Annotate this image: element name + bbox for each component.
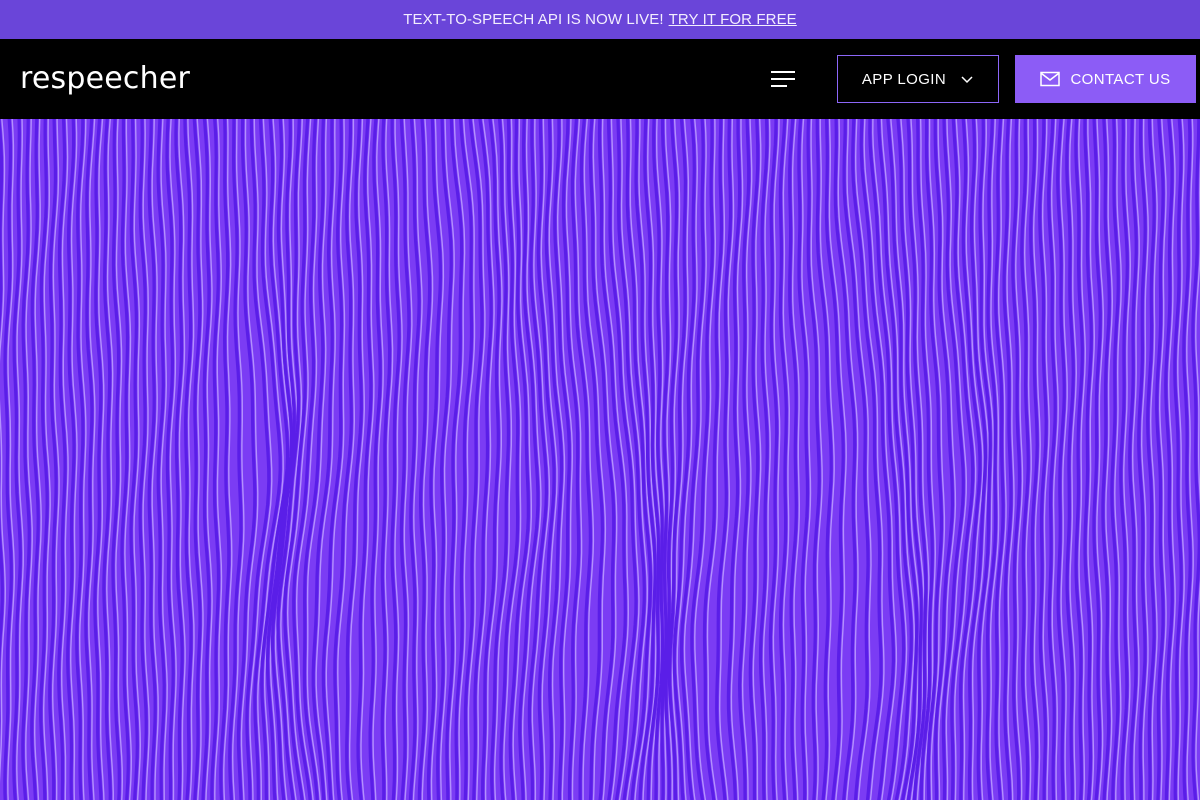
try-it-free-link[interactable]: TRY IT FOR FREE <box>669 11 797 28</box>
hamburger-menu-icon <box>771 71 795 87</box>
announcement-text: TEXT-TO-SPEECH API IS NOW LIVE! <box>403 11 664 28</box>
app-login-label: APP LOGIN <box>861 70 947 88</box>
respeecher-logo[interactable]: respeecher <box>20 59 190 99</box>
hamburger-menu-button[interactable] <box>766 63 800 95</box>
hero-waveform-art <box>0 119 1200 800</box>
contact-us-label: CONTACT US <box>1070 70 1171 88</box>
waveform-pattern <box>0 119 1200 800</box>
top-navbar: respeecher APP LOGIN CONTACT US <box>0 39 1200 119</box>
app-login-button[interactable]: APP LOGIN <box>837 55 999 103</box>
chevron-down-icon <box>961 76 973 84</box>
announcement-banner: TEXT-TO-SPEECH API IS NOW LIVE! TRY IT F… <box>0 0 1200 39</box>
contact-us-button[interactable]: CONTACT US <box>1015 55 1196 103</box>
envelope-icon <box>1040 71 1061 87</box>
